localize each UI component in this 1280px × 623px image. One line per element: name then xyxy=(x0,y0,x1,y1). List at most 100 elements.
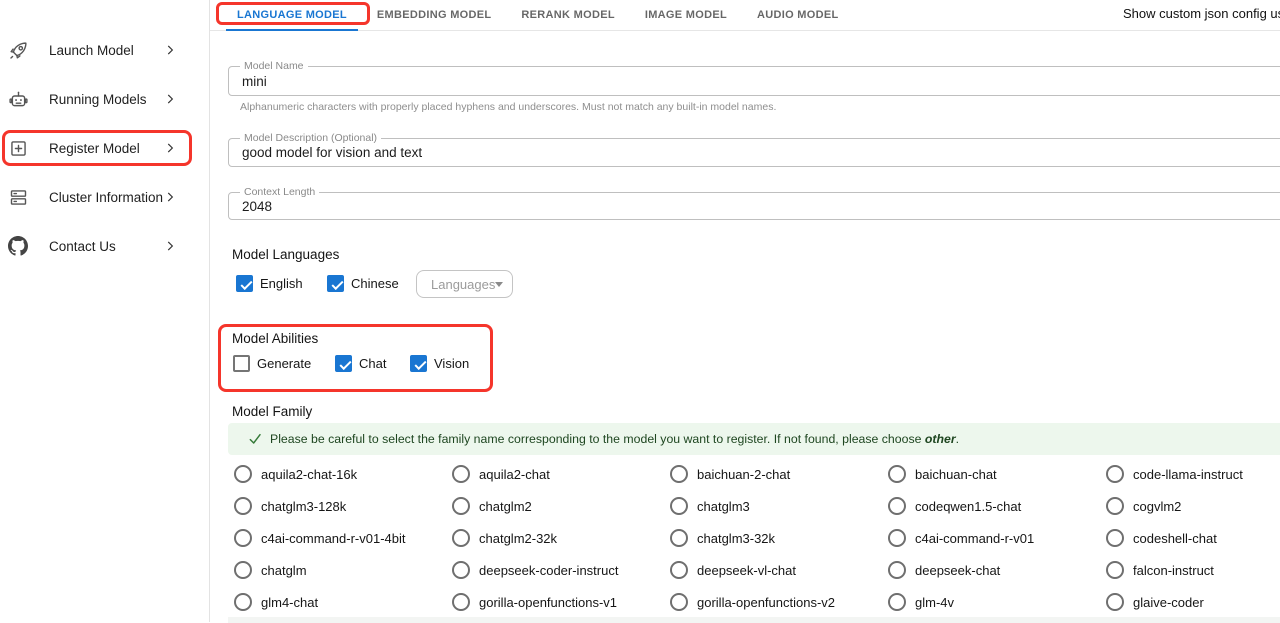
radio-unchecked-icon[interactable] xyxy=(234,593,252,611)
model-name-label: Model Name xyxy=(240,60,308,72)
model-family-option[interactable]: chatglm2 xyxy=(446,490,664,522)
language-english-checkbox-item[interactable]: English xyxy=(236,275,303,292)
model-abilities-title: Model Abilities xyxy=(232,331,318,346)
model-family-alert-text: Please be careful to select the family n… xyxy=(270,432,959,446)
radio-unchecked-icon[interactable] xyxy=(670,593,688,611)
radio-unchecked-icon[interactable] xyxy=(670,561,688,579)
radio-unchecked-icon[interactable] xyxy=(670,497,688,515)
model-family-option[interactable]: chatglm3-128k xyxy=(228,490,446,522)
model-description-label: Model Description (Optional) xyxy=(240,132,381,144)
context-length-label: Context Length xyxy=(240,186,319,198)
tab-embedding-model[interactable]: EMBEDDING MODEL xyxy=(362,0,507,30)
model-family-option[interactable]: chatglm xyxy=(228,554,446,586)
radio-unchecked-icon[interactable] xyxy=(670,465,688,483)
radio-unchecked-icon[interactable] xyxy=(1106,561,1124,579)
ability-chat-checkbox-item[interactable]: Chat xyxy=(335,355,386,372)
sidebar-item-contact-us[interactable]: Contact Us xyxy=(0,222,193,270)
model-family-option-label: aquila2-chat-16k xyxy=(261,467,357,482)
ability-vision-checkbox-item[interactable]: Vision xyxy=(410,355,469,372)
radio-unchecked-icon[interactable] xyxy=(1106,465,1124,483)
checkbox-checked-icon[interactable] xyxy=(410,355,427,372)
model-family-option-label: gorilla-openfunctions-v1 xyxy=(479,595,617,610)
model-family-option[interactable]: chatglm3 xyxy=(664,490,882,522)
sidebar-item-register-model[interactable]: Register Model xyxy=(0,124,193,172)
model-family-option[interactable]: c4ai-command-r-v01 xyxy=(882,522,1100,554)
chevron-right-icon xyxy=(163,141,177,155)
sidebar-item-cluster-information[interactable]: Cluster Information xyxy=(0,173,193,221)
model-family-option[interactable]: aquila2-chat xyxy=(446,458,664,490)
model-family-option[interactable]: chatglm3-32k xyxy=(664,522,882,554)
model-description-input[interactable] xyxy=(229,139,1280,166)
language-chinese-checkbox-item[interactable]: Chinese xyxy=(327,275,399,292)
tab-audio-model[interactable]: AUDIO MODEL xyxy=(742,0,854,30)
checkbox-label: Vision xyxy=(434,356,469,371)
model-family-option-label: c4ai-command-r-v01 xyxy=(915,531,1034,546)
radio-unchecked-icon[interactable] xyxy=(452,465,470,483)
model-family-option[interactable]: chatglm2-32k xyxy=(446,522,664,554)
radio-unchecked-icon[interactable] xyxy=(888,593,906,611)
model-family-option[interactable]: codeqwen1.5-chat xyxy=(882,490,1100,522)
model-family-option[interactable]: falcon-instruct xyxy=(1100,554,1280,586)
sidebar-item-label: Cluster Information xyxy=(49,190,163,205)
tab-rerank-model[interactable]: RERANK MODEL xyxy=(506,0,629,30)
languages-select-value: Languages xyxy=(431,277,495,292)
sidebar-item-running-models[interactable]: Running Models xyxy=(0,75,193,123)
chevron-right-icon xyxy=(163,239,177,253)
model-family-option[interactable]: gorilla-openfunctions-v2 xyxy=(664,586,882,618)
model-family-option-label: aquila2-chat xyxy=(479,467,550,482)
radio-unchecked-icon[interactable] xyxy=(888,465,906,483)
radio-unchecked-icon[interactable] xyxy=(234,561,252,579)
model-family-option[interactable]: deepseek-chat xyxy=(882,554,1100,586)
checkbox-checked-icon[interactable] xyxy=(335,355,352,372)
context-length-input[interactable] xyxy=(229,193,1280,219)
radio-unchecked-icon[interactable] xyxy=(234,497,252,515)
model-family-option-label: cogvlm2 xyxy=(1133,499,1181,514)
radio-unchecked-icon[interactable] xyxy=(1106,529,1124,547)
radio-unchecked-icon[interactable] xyxy=(234,529,252,547)
tab-image-model[interactable]: IMAGE MODEL xyxy=(630,0,742,30)
model-name-input[interactable] xyxy=(229,67,1280,95)
radio-unchecked-icon[interactable] xyxy=(888,497,906,515)
radio-unchecked-icon[interactable] xyxy=(888,529,906,547)
radio-unchecked-icon[interactable] xyxy=(888,561,906,579)
model-family-option[interactable]: gorilla-openfunctions-v1 xyxy=(446,586,664,618)
model-family-option[interactable]: deepseek-coder-instruct xyxy=(446,554,664,586)
model-family-title: Model Family xyxy=(232,404,312,419)
model-family-option[interactable]: codeshell-chat xyxy=(1100,522,1280,554)
tab-language-model[interactable]: LANGUAGE MODEL xyxy=(222,0,362,30)
checkbox-checked-icon[interactable] xyxy=(236,275,253,292)
model-family-option-label: chatglm3-128k xyxy=(261,499,346,514)
radio-unchecked-icon[interactable] xyxy=(670,529,688,547)
model-family-option[interactable]: glm4-chat xyxy=(228,586,446,618)
radio-unchecked-icon[interactable] xyxy=(452,561,470,579)
model-family-option[interactable]: aquila2-chat-16k xyxy=(228,458,446,490)
checkbox-unchecked-icon[interactable] xyxy=(233,355,250,372)
ability-generate-checkbox-item[interactable]: Generate xyxy=(233,355,311,372)
model-family-option[interactable]: code-llama-instruct xyxy=(1100,458,1280,490)
sidebar-item-launch-model[interactable]: Launch Model xyxy=(0,26,193,74)
radio-unchecked-icon[interactable] xyxy=(452,593,470,611)
radio-unchecked-icon[interactable] xyxy=(1106,593,1124,611)
model-family-option[interactable]: deepseek-vl-chat xyxy=(664,554,882,586)
check-icon xyxy=(247,431,263,447)
model-family-option[interactable]: glm-4v xyxy=(882,586,1100,618)
sidebar-item-label: Contact Us xyxy=(49,239,116,254)
model-type-tabs: LANGUAGE MODEL EMBEDDING MODEL RERANK MO… xyxy=(210,0,1280,31)
chevron-right-icon xyxy=(163,92,177,106)
radio-unchecked-icon[interactable] xyxy=(452,497,470,515)
model-family-option[interactable]: cogvlm2 xyxy=(1100,490,1280,522)
languages-select[interactable]: Languages xyxy=(416,270,513,298)
checkbox-checked-icon[interactable] xyxy=(327,275,344,292)
model-family-option[interactable]: baichuan-2-chat xyxy=(664,458,882,490)
radio-unchecked-icon[interactable] xyxy=(452,529,470,547)
model-family-option[interactable]: baichuan-chat xyxy=(882,458,1100,490)
radio-unchecked-icon[interactable] xyxy=(1106,497,1124,515)
checkbox-label: Chinese xyxy=(351,276,399,291)
model-family-option[interactable]: glaive-coder xyxy=(1100,586,1280,618)
show-custom-json-config-link[interactable]: Show custom json config used b xyxy=(1123,6,1280,21)
model-languages-title: Model Languages xyxy=(232,247,339,262)
model-family-option-label: gorilla-openfunctions-v2 xyxy=(697,595,835,610)
model-family-option[interactable]: c4ai-command-r-v01-4bit xyxy=(228,522,446,554)
checkbox-label: English xyxy=(260,276,303,291)
radio-unchecked-icon[interactable] xyxy=(234,465,252,483)
